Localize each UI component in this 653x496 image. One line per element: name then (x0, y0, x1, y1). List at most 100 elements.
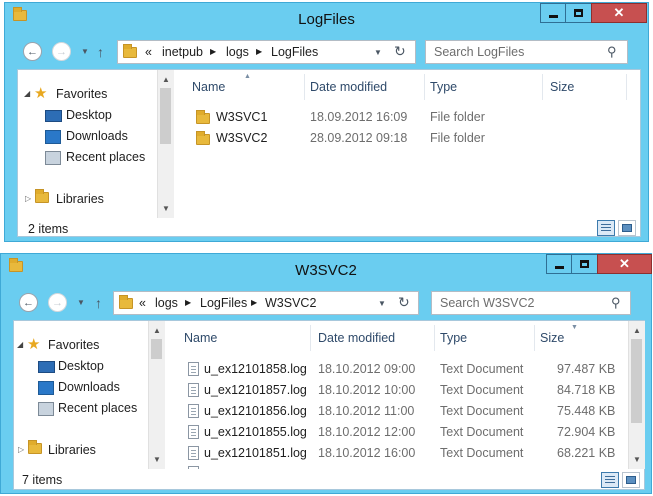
scroll-thumb[interactable] (151, 339, 162, 359)
nav-libraries[interactable]: Libraries (56, 192, 104, 206)
column-header-name[interactable]: Name (184, 331, 217, 345)
nav-favorites[interactable]: Favorites (48, 338, 99, 352)
nav-downloads[interactable]: Downloads (58, 380, 120, 394)
address-bar[interactable]: « logs ▶ LogFiles ▶ W3SVC2 ▼ ↻ (113, 291, 419, 315)
address-dropdown-icon[interactable]: ▼ (378, 299, 386, 308)
breadcrumb-logfiles[interactable]: LogFiles (271, 45, 318, 59)
nav-favorites[interactable]: Favorites (56, 87, 107, 101)
maximize-button[interactable] (571, 254, 598, 274)
file-list-scrollbar[interactable]: ▲ ▼ (628, 321, 645, 469)
breadcrumb-logfiles[interactable]: LogFiles (200, 296, 247, 310)
file-size: 75.448 KB (557, 404, 616, 418)
table-row[interactable]: u_ex12101851.log 18.10.2012 16:00 Text D… (164, 443, 626, 463)
large-icons-view-button[interactable] (622, 472, 640, 488)
close-button[interactable]: ✕ (597, 254, 652, 274)
collapse-arrow-icon[interactable]: ▷ (18, 445, 24, 454)
scroll-up-icon[interactable]: ▲ (153, 326, 161, 335)
details-view-button[interactable] (597, 220, 615, 236)
nav-libraries[interactable]: Libraries (48, 443, 96, 457)
file-name: u_ex12101851.log (204, 446, 307, 460)
breadcrumb-separator-icon[interactable]: ▶ (256, 47, 262, 56)
refresh-icon[interactable]: ↻ (394, 43, 406, 60)
address-overflow[interactable]: « (145, 45, 152, 59)
column-header-size[interactable]: Size (540, 331, 564, 345)
navigation-pane-scrollbar[interactable]: ▲ ▼ (157, 70, 174, 218)
column-divider[interactable] (534, 325, 535, 351)
table-row[interactable]: u_ex12101858.log 18.10.2012 09:00 Text D… (164, 359, 626, 379)
column-header-date-modified[interactable]: Date modified (318, 331, 395, 345)
nav-recent-places[interactable]: Recent places (58, 401, 137, 415)
search-box[interactable]: Search W3SVC2 ⚲ (431, 291, 631, 315)
table-row-partial[interactable] (164, 464, 626, 469)
recent-locations-dropdown-icon[interactable]: ▼ (81, 47, 89, 56)
expand-arrow-icon[interactable]: ◢ (17, 340, 23, 349)
back-button[interactable]: ← (23, 42, 42, 61)
table-row[interactable]: u_ex12101856.log 18.10.2012 11:00 Text D… (164, 401, 626, 421)
scroll-down-icon[interactable]: ▼ (153, 455, 161, 464)
column-header-type[interactable]: Type (440, 331, 467, 345)
up-arrow-icon[interactable]: ↑ (95, 295, 102, 311)
nav-downloads[interactable]: Downloads (66, 129, 128, 143)
file-type: Text Document (440, 383, 524, 397)
close-button[interactable]: ✕ (591, 3, 647, 23)
forward-button[interactable]: → (52, 42, 71, 61)
table-row[interactable]: W3SVC1 18.09.2012 16:09 File folder (176, 108, 626, 128)
scroll-up-icon[interactable]: ▲ (162, 75, 170, 84)
breadcrumb-logs[interactable]: logs (155, 296, 178, 310)
scroll-down-icon[interactable]: ▼ (162, 204, 170, 213)
column-header-size[interactable]: Size (550, 80, 574, 94)
column-divider[interactable] (626, 74, 627, 100)
collapse-arrow-icon[interactable]: ▷ (25, 194, 31, 203)
nav-recent-places[interactable]: Recent places (66, 150, 145, 164)
expand-arrow-icon[interactable]: ◢ (24, 89, 30, 98)
scroll-thumb[interactable] (631, 339, 642, 423)
details-view-button[interactable] (601, 472, 619, 488)
up-arrow-icon[interactable]: ↑ (97, 44, 104, 60)
minimize-button[interactable] (540, 3, 566, 23)
nav-desktop[interactable]: Desktop (66, 108, 112, 122)
minimize-button[interactable] (546, 254, 572, 274)
scroll-thumb[interactable] (160, 88, 171, 144)
address-overflow[interactable]: « (139, 296, 146, 310)
search-icon[interactable]: ⚲ (607, 44, 617, 60)
column-divider[interactable] (434, 325, 435, 351)
search-placeholder: Search LogFiles (434, 45, 525, 59)
breadcrumb-logs[interactable]: logs (226, 45, 249, 59)
text-document-icon (188, 466, 199, 469)
column-divider[interactable] (424, 74, 425, 100)
search-icon[interactable]: ⚲ (611, 295, 621, 311)
nav-desktop[interactable]: Desktop (58, 359, 104, 373)
column-header-date-modified[interactable]: Date modified (310, 80, 387, 94)
large-icons-view-button[interactable] (618, 220, 636, 236)
breadcrumb-w3svc2[interactable]: W3SVC2 (265, 296, 316, 310)
breadcrumb-separator-icon[interactable]: ▶ (210, 47, 216, 56)
breadcrumb-inetpub[interactable]: inetpub (162, 45, 203, 59)
column-header-name[interactable]: Name (192, 80, 225, 94)
breadcrumb-separator-icon[interactable]: ▶ (251, 298, 257, 307)
recent-locations-dropdown-icon[interactable]: ▼ (77, 298, 85, 307)
column-divider[interactable] (310, 325, 311, 351)
search-box[interactable]: Search LogFiles ⚲ (425, 40, 628, 64)
forward-button[interactable]: → (48, 293, 67, 312)
navigation-pane-scrollbar[interactable]: ▲ ▼ (148, 321, 165, 469)
back-button[interactable]: ← (19, 293, 38, 312)
column-header-type[interactable]: Type (430, 80, 457, 94)
maximize-button[interactable] (565, 3, 592, 23)
address-dropdown-icon[interactable]: ▼ (374, 48, 382, 57)
desktop-icon (45, 110, 62, 122)
table-row[interactable]: u_ex12101855.log 18.10.2012 12:00 Text D… (164, 422, 626, 442)
address-bar[interactable]: « inetpub ▶ logs ▶ LogFiles ▼ ↻ (117, 40, 416, 64)
navigation-bar: ← → ▼ ↑ « inetpub ▶ logs ▶ LogFiles ▼ ↻ … (5, 37, 648, 65)
table-row[interactable]: u_ex12101857.log 18.10.2012 10:00 Text D… (164, 380, 626, 400)
refresh-icon[interactable]: ↻ (398, 294, 410, 311)
back-arrow-icon: ← (23, 296, 34, 309)
column-divider[interactable] (304, 74, 305, 100)
scroll-up-icon[interactable]: ▲ (633, 326, 641, 335)
scroll-down-icon[interactable]: ▼ (633, 455, 641, 464)
breadcrumb-separator-icon[interactable]: ▶ (185, 298, 191, 307)
file-list: Name Date modified Type Size ▼ u_ex12101… (164, 321, 630, 469)
desktop-icon (38, 361, 55, 373)
column-divider[interactable] (542, 74, 543, 100)
table-row[interactable]: W3SVC2 28.09.2012 09:18 File folder (176, 129, 626, 149)
navigation-pane: ◢ ★ Favorites Desktop Downloads Recent p… (18, 70, 176, 218)
